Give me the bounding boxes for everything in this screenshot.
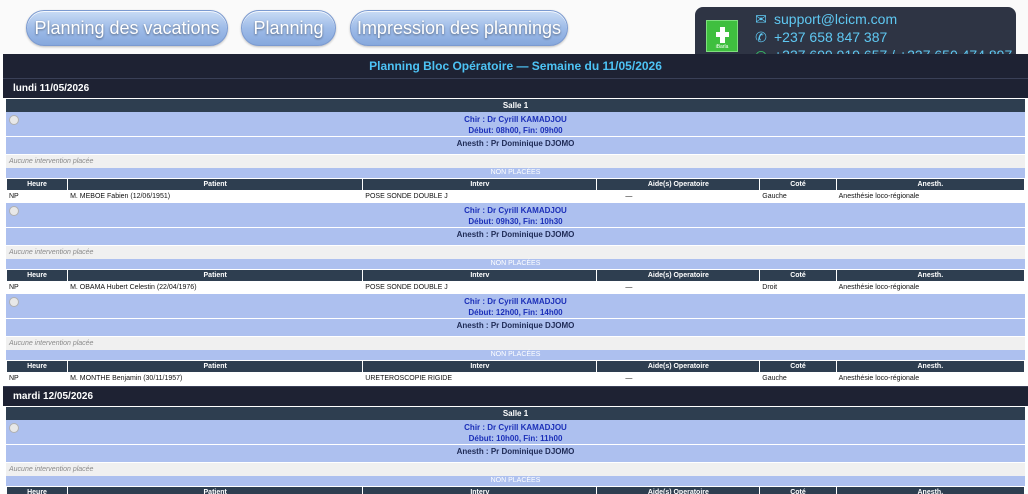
column-header: Interv xyxy=(362,360,598,373)
non-placees-label: NON PLACÉES xyxy=(6,168,1025,178)
column-header: Anesth. xyxy=(835,360,1026,373)
table-cell: — xyxy=(596,190,761,203)
table-header-row: Heure Patient Interv Aide(s) Operatoire Coté… xyxy=(5,360,1026,373)
select-radio[interactable] xyxy=(9,297,19,307)
select-radio[interactable] xyxy=(9,115,19,125)
table-cell: NP xyxy=(5,190,69,203)
table-cell: Gauche xyxy=(759,372,837,385)
surgeon-name: Chir : Dr Cyrill KAMADJOU xyxy=(464,423,567,432)
non-placees-label: NON PLACÉES xyxy=(6,259,1025,269)
no-intervention-note: Aucune intervention placée xyxy=(6,155,1025,168)
nav-planning-button[interactable]: Planning xyxy=(241,10,336,46)
salle-header: Salle 1 xyxy=(6,407,1025,420)
table-header-row: Heure Patient Interv Aide(s) Operatoire Coté… xyxy=(5,486,1026,494)
phone-icon: ✆ xyxy=(755,29,767,45)
table-row[interactable]: NP M. OBAMA Hubert Celestin (22/04/1976) P… xyxy=(5,281,1026,294)
no-intervention-note: Aucune intervention placée xyxy=(6,463,1025,476)
column-header: Aide(s) Operatoire xyxy=(596,486,761,494)
table-cell: NP xyxy=(5,372,69,385)
column-header: Patient xyxy=(67,269,364,282)
column-header: Aide(s) Operatoire xyxy=(596,360,761,373)
column-header: Interv xyxy=(362,269,598,282)
table-cell[interactable]: M. MEBOE Fabien (12/06/1951) xyxy=(67,190,364,203)
surgeon-name: Chir : Dr Cyrill KAMADJOU xyxy=(464,206,567,215)
column-header: Interv xyxy=(362,486,598,494)
table-cell: Anesthésie loco-régionale xyxy=(835,281,1026,294)
vacation-time: Début: 09h30, Fin: 10h30 xyxy=(468,217,563,226)
column-header: Aide(s) Operatoire xyxy=(596,269,761,282)
surgeon-name: Chir : Dr Cyrill KAMADJOU xyxy=(464,115,567,124)
column-header: Patient xyxy=(67,486,364,494)
vacation-time: Début: 12h00, Fin: 14h00 xyxy=(468,308,563,317)
contact-phone[interactable]: ✆ +237 658 847 387 xyxy=(753,29,887,46)
column-header: Aide(s) Operatoire xyxy=(596,178,761,191)
vacation-block[interactable]: Chir : Dr Cyrill KAMADJOU Début: 12h00, F… xyxy=(6,294,1025,337)
interventions-table: Heure Patient Interv Aide(s) Operatoire Coté… xyxy=(5,269,1026,294)
column-header: Heure xyxy=(5,269,69,282)
surgeon-name: Chir : Dr Cyrill KAMADJOU xyxy=(464,297,567,306)
table-cell: Anesthésie loco-régionale xyxy=(835,372,1026,385)
logo: iBarla xyxy=(706,20,738,52)
column-header: Anesth. xyxy=(835,178,1026,191)
column-header: Heure xyxy=(5,178,69,191)
vacation-block[interactable]: Chir : Dr Cyrill KAMADJOU Début: 10h00, F… xyxy=(6,420,1025,463)
table-cell: Gauche xyxy=(759,190,837,203)
column-header: Coté xyxy=(759,486,837,494)
non-placees-label: NON PLACÉES xyxy=(6,476,1025,486)
interventions-table: Heure Patient Interv Aide(s) Operatoire Coté… xyxy=(5,178,1026,203)
anesthetist-name: Anesth : Pr Dominique DJOMO xyxy=(6,445,1025,458)
anesthetist-name: Anesth : Pr Dominique DJOMO xyxy=(6,137,1025,150)
table-header-row: Heure Patient Interv Aide(s) Operatoire Coté… xyxy=(5,269,1026,282)
column-header: Coté xyxy=(759,269,837,282)
table-cell[interactable]: M. MONTHE Benjamin (30/11/1957) xyxy=(67,372,364,385)
column-header: Heure xyxy=(5,486,69,494)
select-radio[interactable] xyxy=(9,423,19,433)
table-cell[interactable]: POSE SONDE DOUBLE J xyxy=(362,190,598,203)
column-header: Heure xyxy=(5,360,69,373)
vacation-time: Début: 10h00, Fin: 11h00 xyxy=(468,434,563,443)
day-body: Salle 1 Chir : Dr Cyrill KAMADJOU Début: 0… xyxy=(3,98,1028,386)
table-row[interactable]: NP M. MONTHE Benjamin (30/11/1957) URETERO… xyxy=(5,372,1026,385)
table-cell: Droit xyxy=(759,281,837,294)
day-header: lundi 11/05/2026 xyxy=(3,78,1028,98)
vacation-block[interactable]: Chir : Dr Cyrill KAMADJOU Début: 09h30, F… xyxy=(6,203,1025,246)
vacation-block[interactable]: Chir : Dr Cyrill KAMADJOU Début: 08h00, F… xyxy=(6,112,1025,155)
column-header: Coté xyxy=(759,178,837,191)
envelope-icon: ✉ xyxy=(755,11,767,27)
contact-email[interactable]: ✉ support@lcicm.com xyxy=(753,11,897,28)
page-title: Planning Bloc Opératoire — Semaine du 11… xyxy=(369,59,662,73)
column-header: Anesth. xyxy=(835,486,1026,494)
anesthetist-name: Anesth : Pr Dominique DJOMO xyxy=(6,319,1025,332)
table-cell: — xyxy=(596,281,761,294)
table-cell: — xyxy=(596,372,761,385)
column-header: Coté xyxy=(759,360,837,373)
table-cell[interactable]: URETEROSCOPIE RIGIDE xyxy=(362,372,598,385)
table-cell[interactable]: M. OBAMA Hubert Celestin (22/04/1976) xyxy=(67,281,364,294)
column-header: Patient xyxy=(67,178,364,191)
table-cell: Anesthésie loco-régionale xyxy=(835,190,1026,203)
salle-header: Salle 1 xyxy=(6,99,1025,112)
select-radio[interactable] xyxy=(9,206,19,216)
table-cell[interactable]: POSE SONDE DOUBLE J xyxy=(362,281,598,294)
column-header: Anesth. xyxy=(835,269,1026,282)
day-header: mardi 12/05/2026 xyxy=(3,386,1028,406)
table-header-row: Heure Patient Interv Aide(s) Operatoire Coté… xyxy=(5,178,1026,191)
vacation-time: Début: 08h00, Fin: 09h00 xyxy=(468,126,563,135)
planning-container: Planning Bloc Opératoire — Semaine du 11… xyxy=(3,54,1028,494)
nav-impression-plannings-button[interactable]: Impression des plannings xyxy=(350,10,568,46)
table-cell: NP xyxy=(5,281,69,294)
table-row[interactable]: NP M. MEBOE Fabien (12/06/1951) POSE SONDE… xyxy=(5,190,1026,203)
no-intervention-note: Aucune intervention placée xyxy=(6,337,1025,350)
non-placees-label: NON PLACÉES xyxy=(6,350,1025,360)
nav-planning-vacations-button[interactable]: Planning des vacations xyxy=(26,10,228,46)
no-intervention-note: Aucune intervention placée xyxy=(6,246,1025,259)
anesthetist-name: Anesth : Pr Dominique DJOMO xyxy=(6,228,1025,241)
day-body: Salle 1 Chir : Dr Cyrill KAMADJOU Début: 1… xyxy=(3,406,1028,494)
interventions-table: Heure Patient Interv Aide(s) Operatoire Coté… xyxy=(5,360,1026,385)
interventions-table: Heure Patient Interv Aide(s) Operatoire Coté… xyxy=(5,486,1026,494)
column-header: Interv xyxy=(362,178,598,191)
column-header: Patient xyxy=(67,360,364,373)
